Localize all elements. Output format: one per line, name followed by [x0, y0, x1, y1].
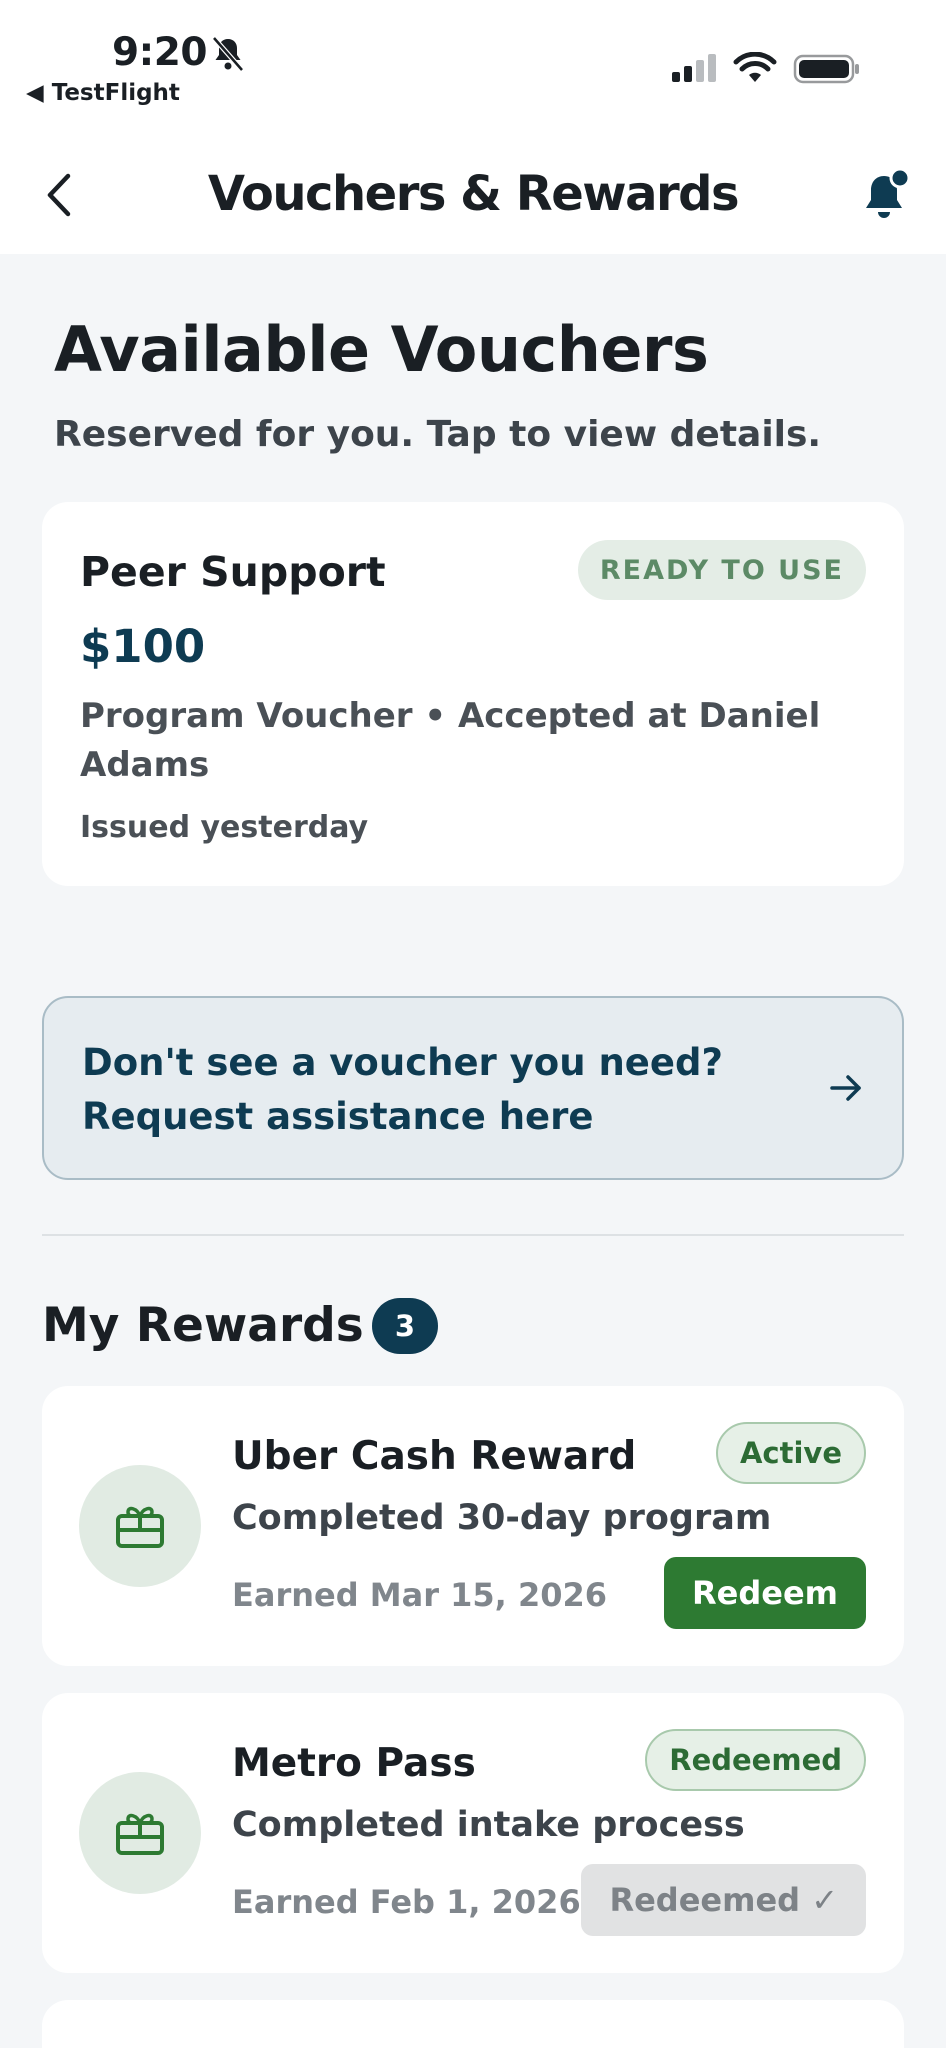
- reward-name: Uber Cash Reward: [232, 1434, 637, 1479]
- voucher-issued-date: Issued yesterday: [80, 810, 369, 845]
- notification-bell-icon[interactable]: [858, 168, 914, 224]
- gift-card-icon: [116, 1506, 164, 1548]
- voucher-status-badge: READY TO USE: [577, 540, 866, 600]
- voucher-card[interactable]: Peer Support READY TO USE $100 Program V…: [42, 502, 904, 886]
- wifi-icon: [733, 52, 777, 82]
- request-assistance-card[interactable]: Don't see a voucher you need? Request as…: [42, 996, 904, 1180]
- gift-card-icon: [116, 1813, 164, 1855]
- reward-card[interactable]: Uber Cash Reward Active Completed 30-day…: [42, 1386, 904, 1666]
- available-vouchers-subtitle: Reserved for you. Tap to view details.: [54, 414, 822, 455]
- bell-slash-icon: [212, 36, 244, 72]
- battery-icon: [793, 54, 859, 84]
- request-assistance-link: Request assistance here: [82, 1095, 594, 1138]
- reward-card[interactable]: Metro Pass Redeemed Completed intake pro…: [42, 1693, 904, 1973]
- redeem-button[interactable]: Redeem: [664, 1557, 866, 1629]
- reward-name: Metro Pass: [232, 1741, 476, 1786]
- navigation-bar: Vouchers & Rewards: [0, 130, 946, 254]
- available-vouchers-heading: Available Vouchers: [54, 313, 709, 386]
- reward-description: Completed intake process: [232, 1805, 745, 1845]
- my-rewards-heading: My Rewards: [42, 1298, 364, 1353]
- status-bar: 9:20 ◀ TestFlight: [0, 0, 946, 130]
- cellular-signal-icon: [672, 54, 716, 82]
- rewards-count-badge: 3: [372, 1298, 438, 1354]
- request-assistance-text: Don't see a voucher you need? Request as…: [82, 1036, 782, 1144]
- back-to-testflight-link[interactable]: ◀ TestFlight: [26, 80, 180, 106]
- section-divider: [42, 1234, 904, 1236]
- reward-status-badge: Redeemed: [645, 1729, 866, 1791]
- voucher-amount: $100: [80, 620, 206, 673]
- reward-description: Completed 30-day program: [232, 1498, 772, 1538]
- request-assistance-question: Don't see a voucher you need?: [82, 1041, 723, 1084]
- voucher-description: Program Voucher • Accepted at Daniel Ada…: [80, 696, 821, 785]
- reward-icon-circle: [79, 1772, 201, 1894]
- reward-card-partial[interactable]: [42, 2000, 904, 2048]
- reward-icon-circle: [79, 1465, 201, 1587]
- voucher-name: Peer Support: [80, 548, 386, 596]
- page-title: Vouchers & Rewards: [207, 166, 740, 222]
- redeemed-button: Redeemed ✓: [581, 1864, 866, 1936]
- reward-earned-date: Earned Feb 1, 2026: [232, 1883, 581, 1921]
- reward-status-badge: Active: [715, 1422, 866, 1484]
- status-time: 9:20: [112, 30, 208, 75]
- arrow-right-icon: [830, 1075, 861, 1101]
- reward-earned-date: Earned Mar 15, 2026: [232, 1576, 608, 1614]
